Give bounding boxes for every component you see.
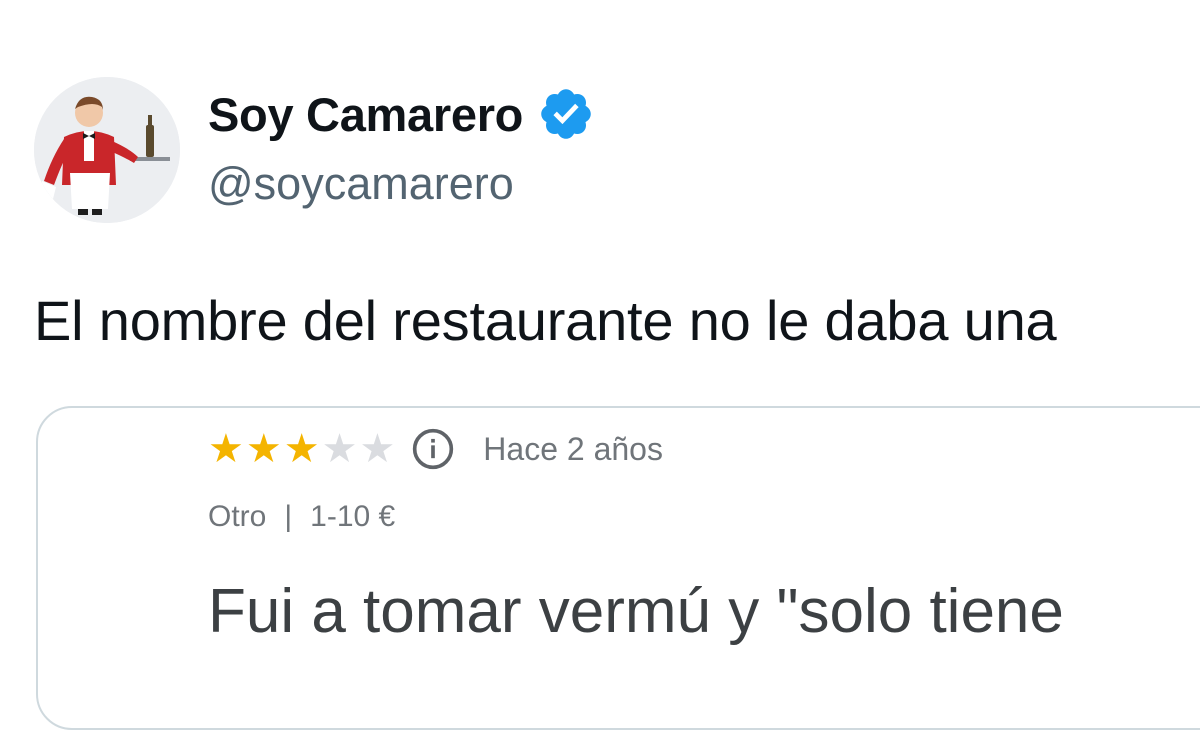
star-icon: ★ — [245, 427, 282, 471]
author-handle[interactable]: @soycamarero — [208, 158, 514, 210]
star-icon: ★ — [359, 427, 396, 471]
review-header: ★ ★ ★ ★ ★ Hace 2 años — [208, 426, 663, 472]
author-name-row: Soy Camarero — [208, 82, 595, 146]
meta-separator: | — [284, 500, 293, 533]
verified-badge-icon[interactable] — [537, 85, 595, 143]
star-icon: ★ — [321, 427, 358, 471]
info-icon[interactable] — [411, 427, 455, 471]
review-text: Fui a tomar vermú y "solo tiene — [208, 577, 1064, 646]
review-time: Hace 2 años — [483, 430, 663, 467]
review-category: Otro — [208, 500, 267, 533]
tweet-text: El nombre del restaurante no le daba una — [34, 289, 1057, 352]
tweet: Soy Camarero @soycamarero El nombre del … — [0, 0, 1200, 730]
quoted-review-card[interactable]: ★ ★ ★ ★ ★ Hace 2 años Otro | 1-10 € Fui a … — [36, 406, 1200, 730]
review-meta: Otro | 1-10 € — [208, 500, 395, 534]
star-icon: ★ — [283, 427, 320, 471]
display-name[interactable]: Soy Camarero — [208, 87, 523, 142]
review-price-range: 1-10 € — [310, 500, 396, 533]
avatar[interactable] — [34, 77, 180, 223]
waiter-avatar-icon — [34, 77, 180, 223]
star-icon: ★ — [208, 427, 244, 471]
rating-stars: ★ ★ ★ ★ ★ — [208, 429, 397, 469]
